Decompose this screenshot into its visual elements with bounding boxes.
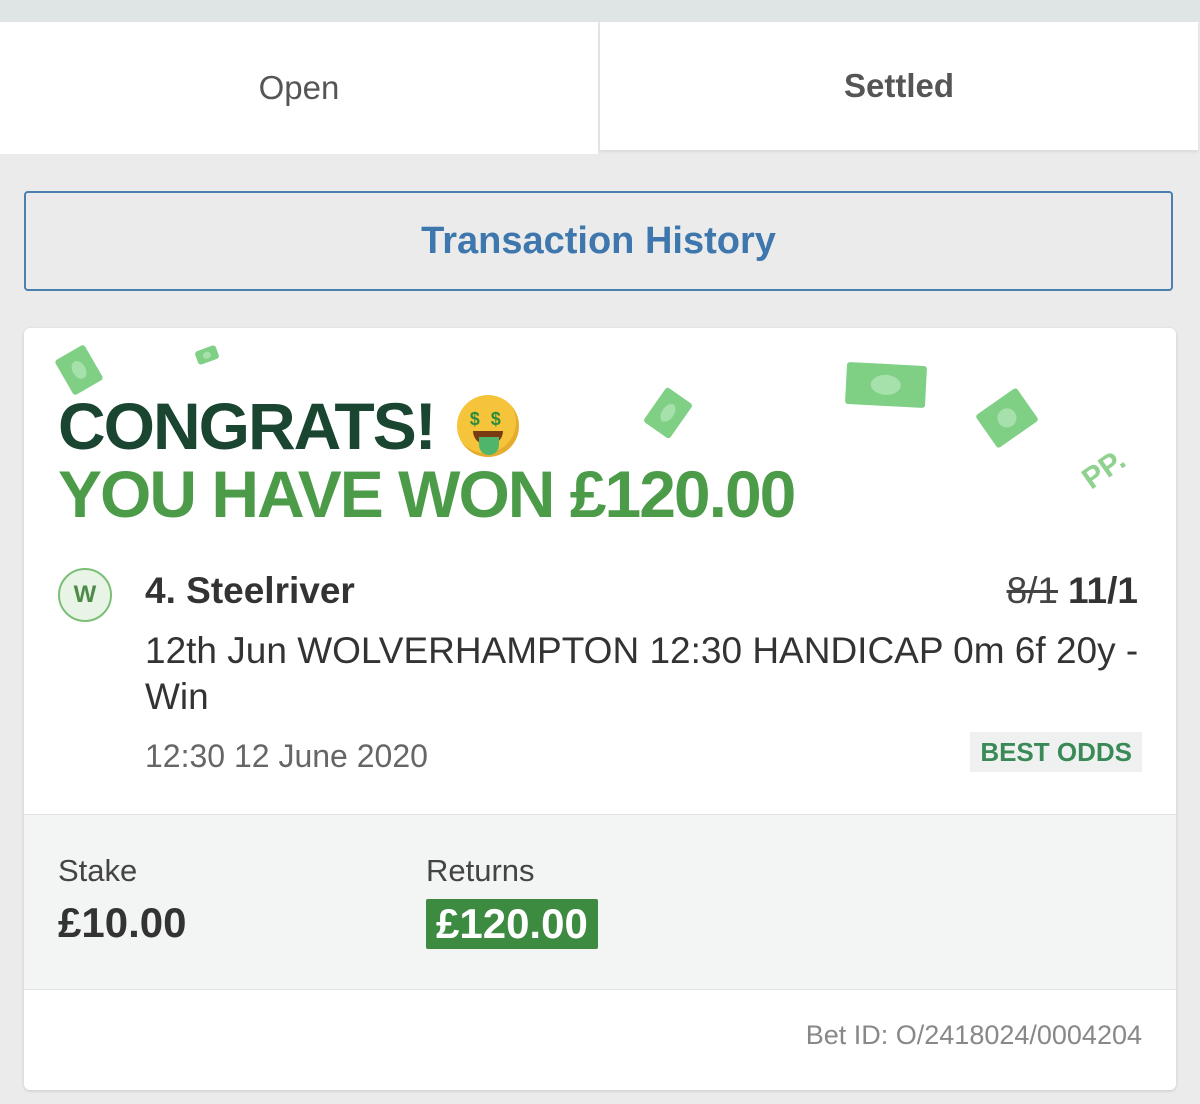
returns-value: £120.00 <box>426 899 598 949</box>
boosted-odds: 11/1 <box>1068 570 1138 611</box>
best-odds-badge: BEST ODDS <box>970 732 1142 772</box>
money-bill-icon <box>642 386 694 440</box>
congrats-text: CONGRATS! <box>58 389 437 463</box>
money-mouth-face-icon: $ $ <box>456 395 519 457</box>
transaction-history-button[interactable]: Transaction History <box>24 191 1173 291</box>
stake-returns-panel: Stake £10.00 Returns £120.00 <box>24 814 1176 990</box>
top-strip <box>0 0 1200 22</box>
runner-name: 4. Steelriver <box>145 570 355 611</box>
stake-value: £10.00 <box>58 899 187 946</box>
win-result-badge: W <box>58 568 112 622</box>
returns-label: Returns <box>426 853 535 888</box>
money-bill-icon <box>975 387 1039 449</box>
bet-card: CONGRATS! $ $ YOU HAVE WON £120.00 PP. W … <box>24 328 1176 1090</box>
congrats-headline: CONGRATS! $ $ <box>58 388 519 464</box>
bet-id: Bet ID: O/2418024/0004204 <box>805 1020 1142 1050</box>
event-datetime: 12:30 12 June 2020 <box>145 738 428 774</box>
odds-display: 8/1 11/1 <box>1007 570 1138 612</box>
money-bill-icon <box>194 344 220 366</box>
tab-settled[interactable]: Settled <box>600 22 1198 150</box>
brand-logo: PP. <box>1076 443 1132 496</box>
original-odds: 8/1 <box>1006 570 1059 611</box>
tab-open[interactable]: Open <box>0 22 598 154</box>
won-amount-headline: YOU HAVE WON £120.00 <box>58 457 796 531</box>
money-bill-icon <box>844 361 928 409</box>
event-description: 12th Jun WOLVERHAMPTON 12:30 HANDICAP 0m… <box>145 630 1139 717</box>
stake-label: Stake <box>58 853 138 888</box>
